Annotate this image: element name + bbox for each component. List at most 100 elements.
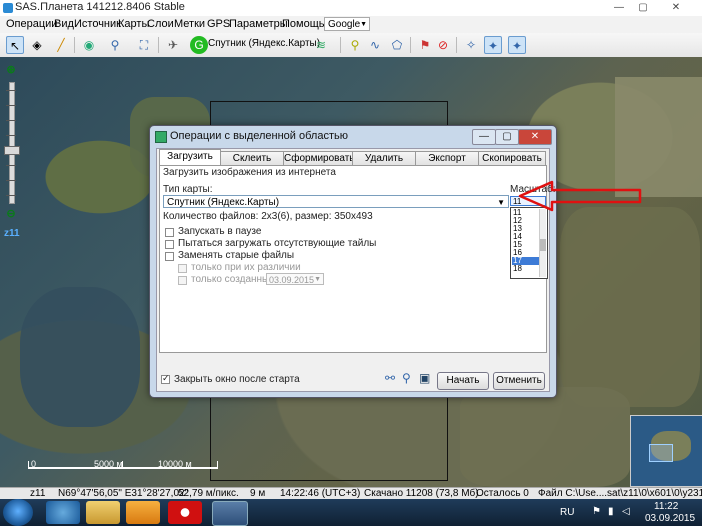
menu-source[interactable]: Источник xyxy=(74,18,121,30)
close-button[interactable]: ✕ xyxy=(656,1,696,14)
scale-option[interactable]: 18 xyxy=(512,264,540,273)
zoom-tick xyxy=(6,195,16,196)
dialog-minimize-button[interactable]: — xyxy=(472,129,496,145)
ruler-icon[interactable]: ╱ xyxy=(52,36,70,54)
dialog-maximize-button[interactable]: ▢ xyxy=(495,129,519,145)
pause-label[interactable]: Запускать в паузе xyxy=(178,226,261,237)
save-icon[interactable]: ▣ xyxy=(419,371,430,385)
flag-icon[interactable]: ⚑ xyxy=(592,506,601,517)
date-value: 03.09.2015 xyxy=(269,275,315,285)
search-engine-dropdown[interactable]: Google ▼ xyxy=(324,17,370,31)
menu-help[interactable]: Помощь xyxy=(282,18,325,30)
zoom-slider-handle[interactable] xyxy=(4,146,20,155)
zoom-track[interactable] xyxy=(9,82,15,204)
gps-icon[interactable]: ✧ xyxy=(462,36,480,54)
save-session-icon[interactable]: ⚯ xyxy=(385,371,395,385)
status-coords: N69°47'56,05" E31°28'27,02" xyxy=(58,488,189,499)
toolbar-separator xyxy=(456,37,457,53)
minimap[interactable] xyxy=(630,415,702,487)
scale-bar: 0 5000 м 10000 м xyxy=(28,459,228,471)
select-area-icon[interactable]: ◈ xyxy=(28,36,46,54)
pause-checkbox[interactable] xyxy=(165,228,174,237)
scale-tick xyxy=(217,461,218,469)
clock-date[interactable]: 03.09.2015 xyxy=(645,513,695,524)
start-button[interactable]: Начать xyxy=(437,372,489,390)
language-indicator[interactable]: RU xyxy=(560,507,574,518)
map-type-select[interactable]: Спутник (Яндекс.Карты) ▼ xyxy=(163,195,509,208)
missing-tiles-checkbox[interactable] xyxy=(165,240,174,249)
gps-track-icon[interactable]: ✦ xyxy=(484,36,502,54)
tab-stitch[interactable]: Склеить xyxy=(220,151,284,165)
menu-marks[interactable]: Метки xyxy=(174,18,205,30)
chevron-down-icon: ▼ xyxy=(497,198,505,207)
only-created-checkbox[interactable] xyxy=(178,276,187,285)
polygon-icon[interactable]: ⬠ xyxy=(388,36,406,54)
missing-tiles-label[interactable]: Пытаться загружать отсутствующие тайлы xyxy=(178,238,376,249)
zoom-in-icon[interactable]: ⊕ xyxy=(5,64,17,76)
only-diff-label[interactable]: только при их различии xyxy=(191,262,301,273)
zoom-tick xyxy=(6,165,16,166)
scrollbar-thumb[interactable] xyxy=(540,239,546,251)
toolbar-separator xyxy=(340,37,341,53)
menu-view[interactable]: Вид xyxy=(54,18,74,30)
scale-list-scrollbar[interactable] xyxy=(539,209,546,277)
map-water xyxy=(20,287,140,427)
map-land xyxy=(460,387,630,487)
replace-old-label[interactable]: Заменять старые файлы xyxy=(178,250,294,261)
clock-time[interactable]: 11:22 xyxy=(654,501,678,512)
fullscreen-icon[interactable]: ⛶ xyxy=(135,36,153,54)
menu-layers[interactable]: Слои xyxy=(147,18,174,30)
explorer-icon[interactable] xyxy=(86,501,120,524)
zoom-tick xyxy=(6,135,16,136)
volume-icon[interactable]: ◁ xyxy=(622,506,630,517)
pointer-tool-icon[interactable]: ↖ xyxy=(6,36,24,54)
map-source-icon[interactable]: G xyxy=(190,36,208,54)
network-icon[interactable]: ▮ xyxy=(608,506,614,517)
close-after-start-checkbox[interactable] xyxy=(161,373,170,384)
only-diff-checkbox[interactable] xyxy=(178,264,187,273)
zoom-icon[interactable]: ⚲ xyxy=(106,36,124,54)
zoom-out-icon[interactable]: ⊖ xyxy=(5,208,17,220)
path-icon[interactable]: ∿ xyxy=(366,36,384,54)
tab-download[interactable]: Загрузить xyxy=(159,149,221,166)
cancel-button[interactable]: Отменить xyxy=(493,372,545,390)
scale-dropdown-list[interactable]: 11 12 13 14 15 16 17 18 xyxy=(510,207,548,279)
gps-center-icon[interactable]: ✦ xyxy=(508,36,526,54)
close-after-start-label[interactable]: Закрыть окно после старта xyxy=(174,374,300,385)
tab-copy[interactable]: Скопировать xyxy=(478,151,546,165)
marks-icon[interactable]: ⚑ xyxy=(416,36,434,54)
satellite-icon[interactable]: ✈ xyxy=(164,36,182,54)
tab-export[interactable]: Экспорт xyxy=(415,151,479,165)
layers-icon[interactable]: ≋ xyxy=(312,36,330,54)
date-picker[interactable]: 03.09.2015 ▼ xyxy=(266,273,324,285)
dialog-icon xyxy=(155,131,167,143)
no-marks-icon[interactable]: ⊘ xyxy=(434,36,452,54)
outlook-icon[interactable] xyxy=(126,501,160,524)
zoom-selection-icon[interactable]: ⚲ xyxy=(402,371,411,385)
menu-operations[interactable]: Операции xyxy=(6,18,57,30)
start-button[interactable] xyxy=(3,499,33,526)
app-icon xyxy=(3,3,13,13)
red-arrow-annotation xyxy=(518,180,642,212)
download-tab-panel: Загрузить изображения из интернета Тип к… xyxy=(159,165,556,353)
zoom-control: ⊕ ⊖ z11 xyxy=(0,60,22,250)
minimize-button[interactable]: — xyxy=(608,1,630,14)
ie-icon[interactable] xyxy=(46,501,80,524)
menu-settings[interactable]: Параметры xyxy=(229,18,288,30)
replace-old-checkbox[interactable] xyxy=(165,252,174,261)
menu-maps[interactable]: Карты xyxy=(118,18,149,30)
dialog-close-button[interactable]: ✕ xyxy=(518,129,552,145)
placemark-icon[interactable]: ⚲ xyxy=(346,36,364,54)
opera-icon[interactable] xyxy=(168,501,202,524)
maximize-button[interactable]: ▢ xyxy=(632,1,654,14)
tab-delete[interactable]: Удалить xyxy=(352,151,416,165)
dialog-body: Загрузить Склеить Сформировать Удалить Э… xyxy=(156,148,556,392)
scale-label-start: 0 xyxy=(31,459,37,469)
menu-gps[interactable]: GPS xyxy=(207,18,230,30)
map-type-label: Тип карты: xyxy=(163,184,213,195)
map-source-label[interactable]: Спутник (Яндекс.Карты) xyxy=(208,38,320,49)
sasplanet-taskbar-icon[interactable] xyxy=(212,501,248,526)
globe-icon[interactable]: ◉ xyxy=(80,36,98,54)
minimap-viewport[interactable] xyxy=(649,444,673,462)
tab-generate[interactable]: Сформировать xyxy=(283,151,355,165)
